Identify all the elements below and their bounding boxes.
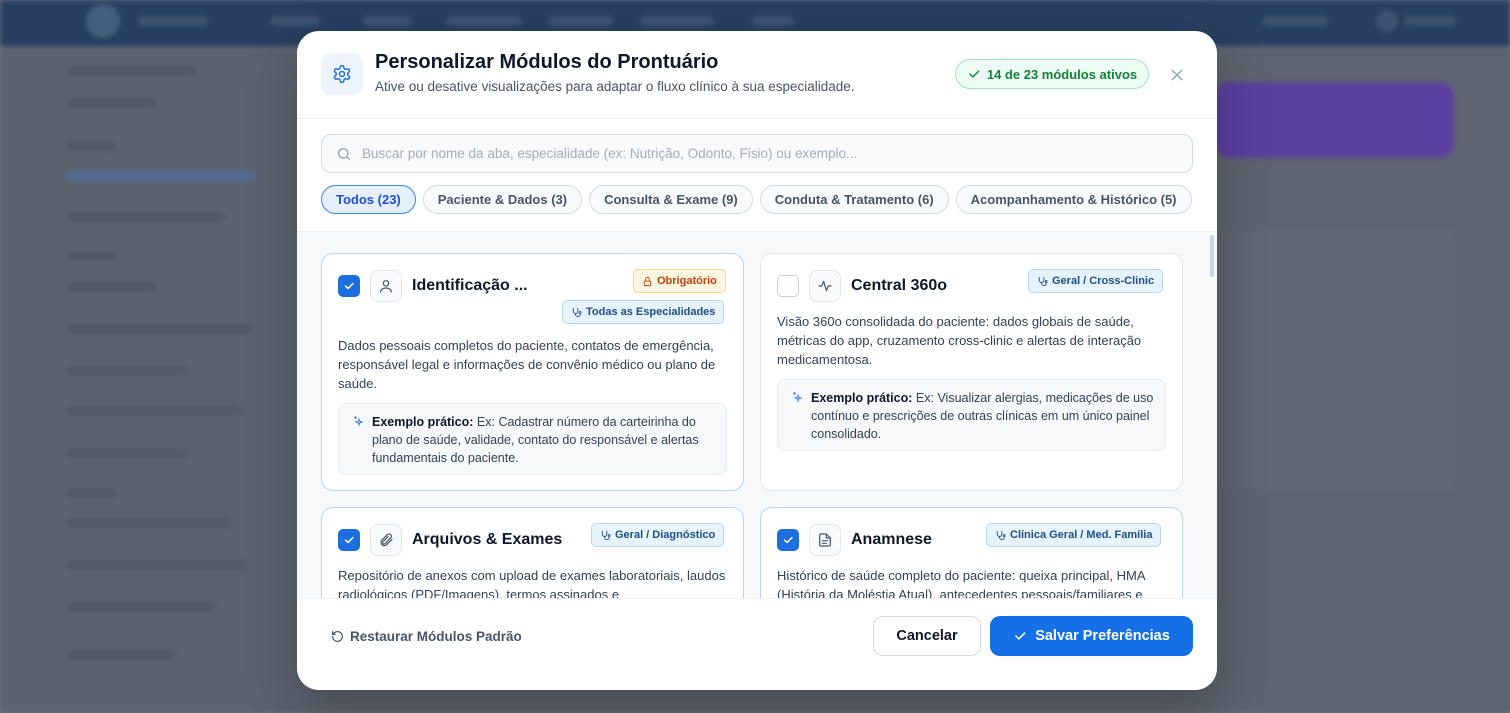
module-checkbox[interactable] <box>777 529 799 551</box>
filter-chip-paciente-dados[interactable]: Paciente & Dados (3) <box>422 185 583 214</box>
module-card-central-360[interactable]: Central 360o Geral / Cross-Clinic Visão … <box>760 253 1183 491</box>
filter-chip-conduta-tratamento[interactable]: Conduta & Tratamento (6) <box>759 185 949 214</box>
restore-defaults-button[interactable]: Restaurar Módulos Padrão <box>331 626 522 646</box>
stethoscope-icon <box>572 307 582 317</box>
module-description: Visão 360o consolidada do paciente: dado… <box>777 314 1142 367</box>
example-label: Exemplo prático: <box>372 415 474 429</box>
user-icon <box>370 270 402 302</box>
module-card-identificacao[interactable]: Identificação ... Obrigatório Todas as E… <box>321 253 744 491</box>
rotate-ccw-icon <box>332 630 343 642</box>
specialty-tag: Todas as Especialidades <box>562 300 725 324</box>
module-checkbox[interactable] <box>777 275 799 297</box>
specialty-tag: Geral / Diagnóstico <box>591 523 725 547</box>
tag-label: Todas as Especialidades <box>586 306 716 318</box>
activity-icon <box>809 270 841 302</box>
example-box: Exemplo prático: Ex: Cadastrar número da… <box>338 403 727 475</box>
content-scrollbar[interactable] <box>1210 235 1214 277</box>
example-box: Exemplo prático: Ex: Visualizar alergias… <box>777 379 1166 451</box>
module-title: Anamnese <box>851 531 932 548</box>
sparkles-icon <box>790 391 802 403</box>
tag-label: Geral / Diagnóstico <box>615 529 716 541</box>
stethoscope-icon <box>601 530 611 540</box>
tag-label: Obrigatório <box>657 275 717 287</box>
active-modules-badge: 14 de 23 módulos ativos <box>955 59 1149 89</box>
cancel-button[interactable]: Cancelar <box>873 616 981 656</box>
category-filters: Todos (23) Paciente & Dados (3) Consulta… <box>321 185 1192 214</box>
stethoscope-icon <box>1038 276 1048 286</box>
search-input[interactable] <box>362 146 1182 161</box>
stethoscope-icon <box>996 530 1006 540</box>
specialty-tag: Geral / Cross-Clinic <box>1028 269 1164 293</box>
module-description: Repositório de anexos com upload de exam… <box>338 568 726 598</box>
search-box <box>321 134 1193 173</box>
check-icon <box>969 70 980 78</box>
modal-subtitle: Ative ou desative visualizações para ada… <box>375 79 855 94</box>
lock-icon <box>643 276 652 286</box>
customize-modules-modal: Personalizar Módulos do Prontuário Ative… <box>297 31 1217 690</box>
active-modules-count: 14 de 23 módulos ativos <box>986 66 1138 82</box>
check-icon <box>344 282 354 290</box>
module-card-anamnese[interactable]: Anamnese Clínica Geral / Med. Família Hi… <box>760 507 1183 598</box>
module-description: Dados pessoais completos do paciente, co… <box>338 338 716 391</box>
module-title: Central 360o <box>851 277 948 294</box>
module-description: Histórico de saúde completo do paciente:… <box>777 568 1145 598</box>
paperclip-icon <box>370 524 402 556</box>
filter-chip-consulta-exame[interactable]: Consulta & Exame (9) <box>589 185 753 214</box>
filter-chip-todos[interactable]: Todos (23) <box>321 185 416 214</box>
check-icon <box>344 536 354 544</box>
filter-chip-acompanhamento-historico[interactable]: Acompanhamento & Histórico (5) <box>955 185 1192 214</box>
required-tag: Obrigatório <box>633 269 726 293</box>
save-preferences-button[interactable]: Salvar Preferências <box>990 616 1193 656</box>
tag-label: Clínica Geral / Med. Família <box>1010 529 1153 541</box>
document-icon <box>809 524 841 556</box>
modal-header: Personalizar Módulos do Prontuário Ative… <box>297 31 1217 119</box>
module-title: Arquivos & Exames <box>412 531 563 548</box>
close-button[interactable] <box>1165 63 1189 87</box>
modules-grid: Identificação ... Obrigatório Todas as E… <box>297 232 1217 598</box>
modal-footer: Restaurar Módulos Padrão Cancelar Salvar… <box>297 598 1217 690</box>
example-text: Exemplo prático: Ex: Visualizar alergias… <box>811 389 1156 443</box>
check-icon <box>1015 632 1026 640</box>
module-title: Identificação ... <box>412 277 528 294</box>
restore-defaults-label: Restaurar Módulos Padrão <box>350 628 522 644</box>
close-icon <box>1171 69 1183 81</box>
specialty-tag: Clínica Geral / Med. Família <box>986 523 1162 547</box>
search-icon <box>336 146 352 162</box>
save-preferences-label: Salvar Preferências <box>1035 628 1170 644</box>
tag-label: Geral / Cross-Clinic <box>1052 275 1155 287</box>
module-card-arquivos-exames[interactable]: Arquivos & Exames Geral / Diagnóstico Re… <box>321 507 744 598</box>
module-checkbox[interactable] <box>338 529 360 551</box>
example-text: Exemplo prático: Ex: Cadastrar número da… <box>372 413 717 467</box>
sparkles-icon <box>351 415 363 427</box>
check-icon <box>783 536 793 544</box>
example-label: Exemplo prático: <box>811 391 913 405</box>
modal-title: Personalizar Módulos do Prontuário <box>375 51 719 73</box>
gear-icon <box>321 53 363 95</box>
module-checkbox[interactable] <box>338 275 360 297</box>
